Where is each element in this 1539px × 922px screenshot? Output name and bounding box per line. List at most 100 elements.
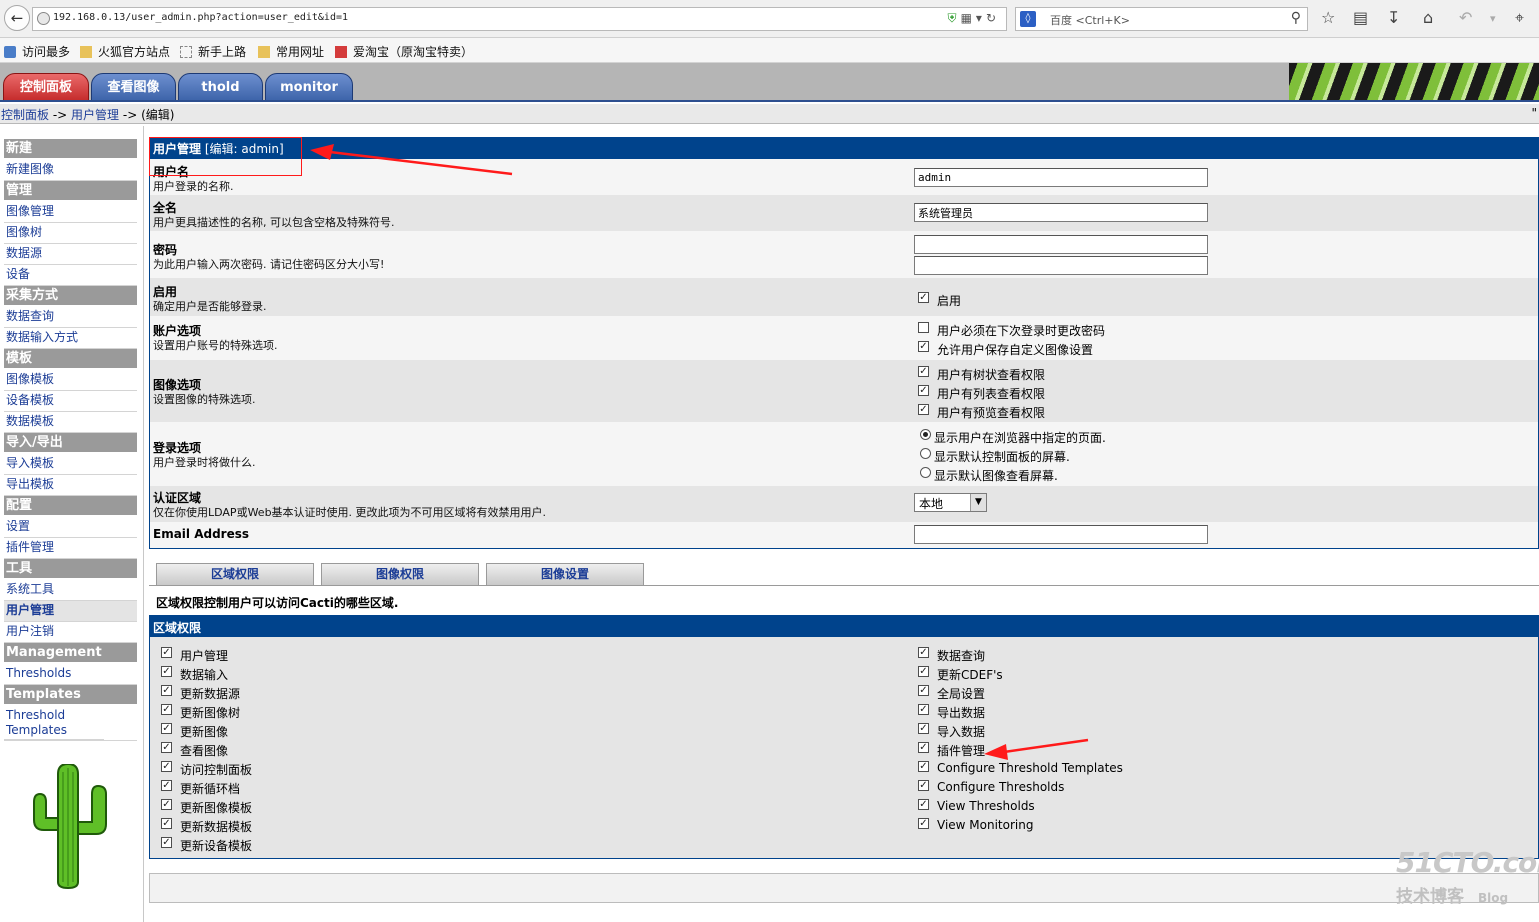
menu-item-thresholds[interactable]: Thresholds bbox=[4, 664, 137, 685]
perm-checkbox[interactable]: ✓ bbox=[161, 761, 172, 772]
perm-checkbox[interactable]: ✓ bbox=[161, 647, 172, 658]
menu-item-logout-user[interactable]: 用户注销 bbox=[4, 622, 137, 643]
search-placeholder[interactable]: 百度 <Ctrl+K> bbox=[1050, 12, 1130, 28]
perm-checkbox[interactable]: ✓ bbox=[918, 666, 929, 677]
tab-graphs[interactable]: 查看图像 bbox=[91, 73, 176, 102]
tab-graph-settings[interactable]: 图像设置 bbox=[486, 563, 644, 585]
perm-checkbox[interactable]: ✓ bbox=[918, 761, 929, 772]
perm-checkbox[interactable]: ✓ bbox=[161, 742, 172, 753]
address-bar[interactable]: 192.168.0.13/user_admin.php?action=user_… bbox=[32, 7, 1007, 31]
preview-view-checkbox[interactable]: ✓ bbox=[918, 404, 929, 415]
menu-item-settings[interactable]: 设置 bbox=[4, 517, 137, 538]
menu-item-graph-trees[interactable]: 图像树 bbox=[4, 223, 137, 244]
download-icon[interactable]: ↧ bbox=[1387, 8, 1400, 27]
perm-checkbox[interactable]: ✓ bbox=[161, 685, 172, 696]
auth-realm-value: 本地 bbox=[919, 497, 944, 511]
tree-view-checkbox[interactable]: ✓ bbox=[918, 366, 929, 377]
perm-checkbox[interactable]: ✓ bbox=[161, 818, 172, 829]
perm-checkbox[interactable]: ✓ bbox=[918, 647, 929, 658]
bookmark-common-sites[interactable]: 常用网址 bbox=[258, 43, 324, 60]
perm-checkbox[interactable]: ✓ bbox=[161, 666, 172, 677]
perm-checkbox[interactable]: ✓ bbox=[918, 704, 929, 715]
password-confirm-input[interactable] bbox=[914, 256, 1208, 275]
perm-checkbox[interactable]: ✓ bbox=[918, 799, 929, 810]
search-engine-icon[interactable]: ◊ bbox=[1020, 11, 1036, 27]
auth-realm-select[interactable]: 本地 ▼ bbox=[914, 493, 987, 512]
search-bar[interactable]: ◊ 百度 <Ctrl+K> ⚲ bbox=[1015, 7, 1308, 31]
perm-label: 导出数据 bbox=[937, 706, 986, 720]
menu-item-plugin-management[interactable]: 插件管理 bbox=[4, 538, 137, 559]
bookmark-getting-started[interactable]: 新手上路 bbox=[180, 43, 246, 60]
perm-checkbox[interactable]: ✓ bbox=[918, 818, 929, 829]
star-icon[interactable]: ☆ bbox=[1321, 8, 1335, 27]
qr-icon[interactable]: ▦ bbox=[961, 11, 976, 25]
perm-checkbox[interactable]: ✓ bbox=[918, 723, 929, 734]
perm-label: 数据查询 bbox=[937, 649, 986, 663]
fullname-input[interactable] bbox=[914, 203, 1208, 222]
perm-checkbox[interactable]: ✓ bbox=[161, 799, 172, 810]
undo-icon[interactable]: ↶ bbox=[1459, 8, 1472, 27]
dropdown-icon[interactable]: ▾ bbox=[976, 11, 986, 25]
menu-item-graph-management[interactable]: 图像管理 bbox=[4, 202, 137, 223]
menu-item-threshold-templates[interactable]: Threshold Templates bbox=[4, 706, 104, 740]
crop-icon[interactable]: ⌖ bbox=[1515, 8, 1524, 28]
menu-item-devices[interactable]: 设备 bbox=[4, 265, 137, 286]
graph-options-desc: 设置图像的特殊选项. bbox=[153, 393, 256, 406]
perm-label: 更新设备模板 bbox=[180, 839, 253, 853]
tab-monitor[interactable]: monitor bbox=[265, 73, 353, 102]
menu-item-data-input-methods[interactable]: 数据输入方式 bbox=[4, 328, 137, 349]
search-icon[interactable]: ⚲ bbox=[1291, 10, 1301, 26]
perm-checkbox[interactable]: ✓ bbox=[161, 837, 172, 848]
perm-checkbox-plugin-management[interactable]: ✓ bbox=[918, 742, 929, 753]
perm-label: 更新CDEF's bbox=[937, 668, 1003, 682]
row-account-options: 账户选项 设置用户账号的特殊选项. 用户必须在下次登录时更改密码 ✓ 允许用户保… bbox=[150, 316, 1538, 360]
menu-head-management-en: Management bbox=[4, 643, 137, 662]
back-arrow-icon[interactable]: ← bbox=[4, 5, 30, 31]
bookmark-firefox[interactable]: 火狐官方站点 bbox=[80, 43, 170, 60]
email-input[interactable] bbox=[914, 525, 1208, 544]
must-change-password-checkbox[interactable] bbox=[918, 322, 929, 333]
menu-item-import-templates[interactable]: 导入模板 bbox=[4, 454, 137, 475]
login-option-url-label: 显示用户在浏览器中指定的页面. bbox=[934, 431, 1106, 445]
chevron-down-icon[interactable]: ▼ bbox=[970, 494, 986, 511]
login-option-radio-console[interactable] bbox=[920, 448, 931, 459]
url-text[interactable]: 192.168.0.13/user_admin.php?action=user_… bbox=[53, 12, 348, 23]
perm-checkbox[interactable]: ✓ bbox=[918, 780, 929, 791]
perm-label: View Monitoring bbox=[937, 818, 1034, 832]
save-graph-settings-checkbox[interactable]: ✓ bbox=[918, 341, 929, 352]
perm-checkbox[interactable]: ✓ bbox=[161, 780, 172, 791]
menu-item-system-utilities[interactable]: 系统工具 bbox=[4, 580, 137, 601]
login-option-radio-url[interactable] bbox=[920, 429, 931, 440]
breadcrumb-console[interactable]: 控制面板 bbox=[1, 108, 49, 122]
tab-thold[interactable]: thold bbox=[178, 73, 263, 102]
bookmark-aitaobao[interactable]: 爱淘宝（原淘宝特卖） bbox=[335, 43, 473, 60]
menu-item-host-templates[interactable]: 设备模板 bbox=[4, 391, 137, 412]
enabled-checkbox[interactable]: ✓ bbox=[918, 292, 929, 303]
menu-item-user-management[interactable]: 用户管理 bbox=[4, 601, 137, 622]
tree-view-label: 用户有树状查看权限 bbox=[937, 368, 1046, 382]
menu-item-export-templates[interactable]: 导出模板 bbox=[4, 475, 137, 496]
tab-realm-permissions[interactable]: 区域权限 bbox=[156, 563, 314, 585]
perm-checkbox[interactable]: ✓ bbox=[918, 685, 929, 696]
chevron-down-icon[interactable]: ▾ bbox=[1490, 12, 1496, 25]
bookmark-most-visited[interactable]: 访问最多 bbox=[4, 43, 70, 60]
password-input[interactable] bbox=[914, 235, 1208, 254]
tab-console[interactable]: 控制面板 bbox=[3, 73, 89, 102]
clipboard-icon[interactable]: ▤ bbox=[1353, 8, 1368, 27]
perm-checkbox[interactable]: ✓ bbox=[161, 723, 172, 734]
must-change-password-label: 用户必须在下次登录时更改密码 bbox=[937, 324, 1106, 338]
username-input[interactable] bbox=[914, 168, 1208, 187]
breadcrumb-user-management[interactable]: 用户管理 bbox=[71, 108, 119, 122]
list-view-checkbox[interactable]: ✓ bbox=[918, 385, 929, 396]
home-icon[interactable]: ⌂ bbox=[1423, 8, 1433, 27]
menu-item-data-queries[interactable]: 数据查询 bbox=[4, 307, 137, 328]
menu-item-data-templates[interactable]: 数据模板 bbox=[4, 412, 137, 433]
menu-item-new-graph[interactable]: 新建图像 bbox=[4, 160, 137, 181]
menu-item-graph-templates[interactable]: 图像模板 bbox=[4, 370, 137, 391]
tab-graph-permissions[interactable]: 图像权限 bbox=[321, 563, 479, 585]
menu-item-data-sources[interactable]: 数据源 bbox=[4, 244, 137, 265]
login-option-radio-graphs[interactable] bbox=[920, 467, 931, 478]
reload-icon[interactable]: ↻ bbox=[986, 11, 1000, 25]
perm-checkbox[interactable]: ✓ bbox=[161, 704, 172, 715]
breadcrumb: 控制面板 -> 用户管理 -> (编辑) " bbox=[0, 104, 1539, 124]
